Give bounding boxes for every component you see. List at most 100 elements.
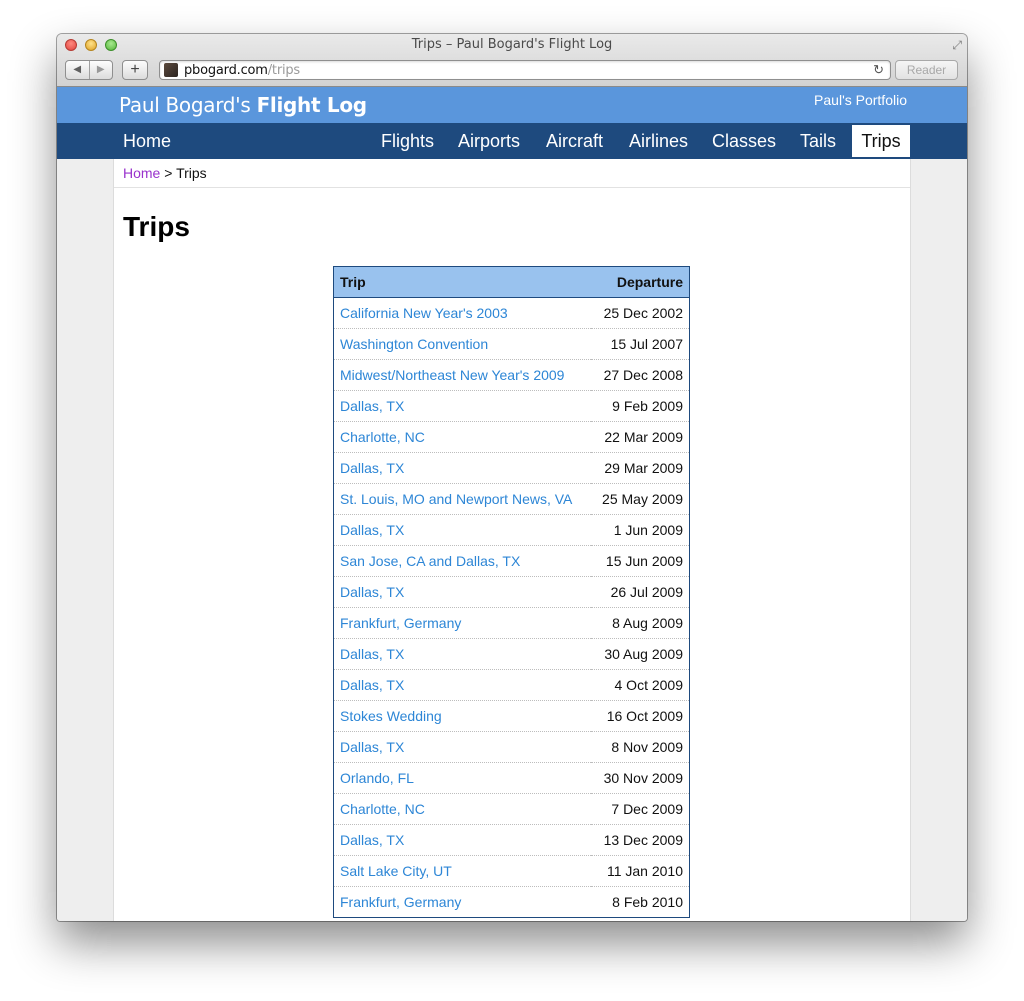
trip-link[interactable]: Frankfurt, Germany [333,607,592,639]
departure-date: 30 Nov 2009 [591,762,690,794]
departure-date: 4 Oct 2009 [591,669,690,701]
table-row: Washington Convention 15 Jul 2007 [333,328,690,360]
browser-window: Trips – Paul Bogard's Flight Log ⤢ ◀ ▶ +… [57,34,967,921]
trip-link[interactable]: Frankfurt, Germany [333,886,592,918]
table-row: Frankfurt, Germany 8 Aug 2009 [333,607,690,639]
trip-link[interactable]: Charlotte, NC [333,793,592,825]
nav-home[interactable]: Home [123,131,171,152]
reload-icon[interactable]: ↻ [873,62,884,78]
table-row: Stokes Wedding 16 Oct 2009 [333,700,690,732]
departure-date: 16 Oct 2009 [591,700,690,732]
departure-date: 7 Dec 2009 [591,793,690,825]
departure-date: 30 Aug 2009 [591,638,690,670]
trip-link[interactable]: Dallas, TX [333,390,592,422]
trip-link[interactable]: Salt Lake City, UT [333,855,592,887]
trips-table: Trip Departure California New Year's 200… [333,266,690,918]
breadcrumb-divider [114,187,910,188]
table-row: Dallas, TX 13 Dec 2009 [333,824,690,856]
departure-date: 8 Aug 2009 [591,607,690,639]
fullscreen-icon[interactable]: ⤢ [952,38,962,53]
table-row: Dallas, TX 26 Jul 2009 [333,576,690,608]
nav-airports[interactable]: Airports [458,131,520,152]
trip-link[interactable]: Stokes Wedding [333,700,592,732]
departure-date: 29 Mar 2009 [591,452,690,484]
departure-date: 9 Feb 2009 [591,390,690,422]
page-title: Trips [123,211,190,242]
table-row: Dallas, TX 30 Aug 2009 [333,638,690,670]
site-title-light: Paul Bogard's [119,93,257,117]
trip-link[interactable]: Charlotte, NC [333,421,592,453]
breadcrumb-home-link[interactable]: Home [123,165,160,181]
departure-date: 8 Nov 2009 [591,731,690,763]
departure-date: 25 Dec 2002 [591,297,690,329]
table-row: California New Year's 2003 25 Dec 2002 [333,297,690,329]
column-header-trip[interactable]: Trip [333,266,592,298]
departure-date: 15 Jul 2007 [591,328,690,360]
departure-date: 15 Jun 2009 [591,545,690,577]
nav-aircraft[interactable]: Aircraft [546,131,603,152]
trip-link[interactable]: St. Louis, MO and Newport News, VA [333,483,592,515]
table-row: Salt Lake City, UT 11 Jan 2010 [333,855,690,887]
table-row: San Jose, CA and Dallas, TX 15 Jun 2009 [333,545,690,577]
trip-link[interactable]: Dallas, TX [333,452,592,484]
breadcrumb: Home > Trips [123,165,207,181]
page-viewport: Paul Bogard's Flight Log Paul's Portfoli… [57,87,967,921]
url-path: /trips [267,63,301,78]
browser-toolbar: Trips – Paul Bogard's Flight Log ⤢ ◀ ▶ +… [57,34,967,87]
site-title-bold: Flight Log [256,93,368,117]
site-header: Paul Bogard's Flight Log Paul's Portfoli… [57,87,967,123]
departure-date: 25 May 2009 [591,483,690,515]
trip-link[interactable]: Dallas, TX [333,576,592,608]
table-row: Charlotte, NC 22 Mar 2009 [333,421,690,453]
page-body: Home > Trips Trips Trip Departure Califo… [113,159,911,921]
table-header-row: Trip Departure [333,266,690,298]
departure-date: 11 Jan 2010 [591,855,690,887]
table-row: Dallas, TX 1 Jun 2009 [333,514,690,546]
nav-flights[interactable]: Flights [381,131,434,152]
nav-classes[interactable]: Classes [712,131,776,152]
breadcrumb-separator: > [160,165,177,181]
table-row: Orlando, FL 30 Nov 2009 [333,762,690,794]
departure-date: 22 Mar 2009 [591,421,690,453]
address-bar[interactable]: pbogard.com/trips ↻ [159,60,891,80]
back-icon[interactable]: ◀ [66,61,89,79]
reader-button[interactable]: Reader [895,60,958,80]
departure-date: 8 Feb 2010 [591,886,690,918]
table-row: Midwest/Northeast New Year's 2009 27 Dec … [333,359,690,391]
table-row: Charlotte, NC 7 Dec 2009 [333,793,690,825]
new-tab-button[interactable]: + [122,60,148,80]
trip-link[interactable]: San Jose, CA and Dallas, TX [333,545,592,577]
breadcrumb-current: Trips [176,165,207,181]
forward-icon[interactable]: ▶ [88,61,113,79]
departure-date: 27 Dec 2008 [591,359,690,391]
table-row: Frankfurt, Germany 8 Feb 2010 [333,886,690,918]
departure-date: 26 Jul 2009 [591,576,690,608]
table-row: Dallas, TX 8 Nov 2009 [333,731,690,763]
trip-link[interactable]: Orlando, FL [333,762,592,794]
trip-link[interactable]: Dallas, TX [333,669,592,701]
departure-date: 1 Jun 2009 [591,514,690,546]
trip-link[interactable]: Dallas, TX [333,824,592,856]
trip-link[interactable]: Washington Convention [333,328,592,360]
url-text: pbogard.com/trips [184,63,300,78]
site-favicon-icon [164,63,178,77]
trip-link[interactable]: Dallas, TX [333,731,592,763]
table-row: Dallas, TX 9 Feb 2009 [333,390,690,422]
table-row: Dallas, TX 29 Mar 2009 [333,452,690,484]
url-host: pbogard.com [184,63,268,78]
trip-link[interactable]: Dallas, TX [333,638,592,670]
portfolio-link[interactable]: Paul's Portfolio [814,92,907,108]
nav-trips-active[interactable]: Trips [851,124,911,158]
back-forward-control: ◀ ▶ [65,60,113,80]
table-row: Dallas, TX 4 Oct 2009 [333,669,690,701]
trip-link[interactable]: Midwest/Northeast New Year's 2009 [333,359,592,391]
window-title: Trips – Paul Bogard's Flight Log [411,37,613,52]
site-title[interactable]: Paul Bogard's Flight Log [119,93,367,117]
nav-airlines[interactable]: Airlines [629,131,688,152]
trip-link[interactable]: California New Year's 2003 [333,297,592,329]
column-header-departure[interactable]: Departure [591,266,690,298]
table-row: St. Louis, MO and Newport News, VA 25 May… [333,483,690,515]
trip-link[interactable]: Dallas, TX [333,514,592,546]
nav-tails[interactable]: Tails [800,131,836,152]
main-nav: Home Flights Airports Aircraft Airlines … [57,123,967,159]
